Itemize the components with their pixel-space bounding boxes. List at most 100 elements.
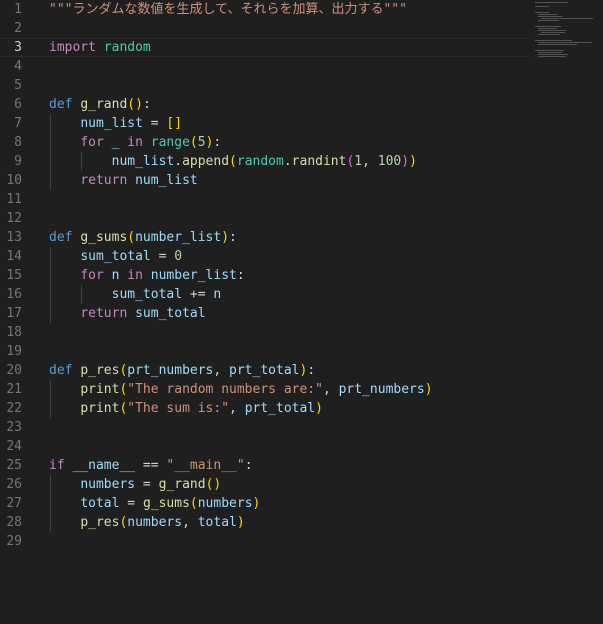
code-token: sum_total: [111, 287, 183, 302]
code-token: ,: [182, 515, 198, 530]
code-line[interactable]: 25 if __name__ == "__main__":: [0, 456, 530, 475]
code-line[interactable]: 24: [0, 437, 530, 456]
code-line[interactable]: 6 def g_rand():: [0, 95, 530, 114]
code-line[interactable]: 19: [0, 342, 530, 361]
code-token: (: [189, 135, 198, 150]
code-token: in: [127, 135, 143, 150]
code-token: :: [142, 97, 151, 112]
code-line[interactable]: 1 """ランダムな数値を生成して、それらを加算、出力する""": [0, 0, 530, 19]
line-content: def g_rand():: [49, 95, 151, 114]
code-line[interactable]: 27 total = g_sums(numbers): [0, 494, 530, 513]
code-token: g_sums: [80, 230, 128, 245]
code-line[interactable]: 4: [0, 57, 530, 76]
code-token: def: [49, 230, 73, 245]
code-token: randint: [291, 154, 347, 169]
code-token: ,: [362, 154, 378, 169]
line-number: 23: [6, 420, 22, 435]
code-token: g_rand: [158, 477, 206, 492]
line-number: 26: [6, 477, 22, 492]
code-line[interactable]: 13 def g_sums(number_list):: [0, 228, 530, 247]
code-line[interactable]: 12: [0, 209, 530, 228]
minimap-line: [538, 34, 560, 35]
code-token: range: [150, 135, 190, 150]
code-token: def: [49, 363, 73, 378]
line-number: 15: [6, 268, 22, 283]
line-number: 24: [6, 439, 22, 454]
code-token: :: [307, 363, 316, 378]
line-number: 27: [6, 496, 22, 511]
code-line[interactable]: 15 for n in number_list:: [0, 266, 530, 285]
line-number: 22: [6, 401, 22, 416]
code-token: print: [80, 401, 120, 416]
line-content: return sum_total: [49, 304, 206, 323]
code-token: def: [49, 97, 73, 112]
minimap-line: [541, 32, 565, 33]
minimap-line: [535, 12, 549, 13]
line-number: 19: [6, 344, 22, 359]
line-number: 17: [6, 306, 22, 321]
code-line[interactable]: 22 print("The sum is:", prt_total): [0, 399, 530, 418]
line-content: import random: [49, 38, 151, 57]
code-token: ): [424, 382, 433, 397]
minimap-line: [541, 18, 593, 19]
code-token: ,: [213, 363, 230, 378]
code-line[interactable]: 16 sum_total += n: [0, 285, 530, 304]
line-number: 28: [6, 515, 22, 530]
vertical-scrollbar[interactable]: [597, 0, 603, 624]
code-line[interactable]: 28 p_res(numbers, total): [0, 513, 530, 532]
line-content: sum_total += n: [49, 285, 222, 304]
line-content: for n in number_list:: [49, 266, 244, 285]
line-content: if __name__ == "__main__":: [49, 456, 253, 475]
line-number: 13: [6, 230, 22, 245]
code-token: numbers: [80, 477, 136, 492]
line-content: print("The sum is:", prt_total): [49, 399, 323, 418]
code-token: =: [150, 249, 175, 264]
code-token: ): [409, 154, 417, 169]
code-editor[interactable]: 1 """ランダムな数値を生成して、それらを加算、出力する""" 2 3 import …: [0, 0, 603, 624]
line-content: return num_list: [49, 171, 197, 190]
code-line[interactable]: 29: [0, 532, 530, 551]
code-line[interactable]: 11: [0, 190, 530, 209]
code-line[interactable]: 20 def p_res(prt_numbers, prt_total):: [0, 361, 530, 380]
code-line[interactable]: 8 for _ in range(5):: [0, 133, 530, 152]
code-line[interactable]: 14 sum_total = 0: [0, 247, 530, 266]
code-line[interactable]: 23: [0, 418, 530, 437]
code-line[interactable]: 2: [0, 19, 530, 38]
code-line[interactable]: 10 return num_list: [0, 171, 530, 190]
line-number: 29: [6, 534, 22, 549]
code-token: +=: [182, 287, 214, 302]
code-token: (: [127, 230, 136, 245]
code-token: p_res: [80, 515, 120, 530]
code-token: "__main__": [166, 458, 245, 473]
code-area[interactable]: 1 """ランダムな数値を生成して、それらを加算、出力する""" 2 3 import …: [0, 0, 530, 551]
code-line[interactable]: 9 num_list.append(random.randint(1, 100)…: [0, 152, 530, 171]
minimap[interactable]: [535, 0, 597, 624]
minimap-line: [535, 2, 568, 3]
code-line[interactable]: 7 num_list = []: [0, 114, 530, 133]
code-token: number_list: [135, 230, 222, 245]
code-line[interactable]: 17 return sum_total: [0, 304, 530, 323]
code-token: append: [182, 154, 230, 169]
code-token: sum_total: [135, 306, 206, 321]
code-line[interactable]: 21 print("The random numbers are:", prt_…: [0, 380, 530, 399]
code-token: ): [252, 496, 261, 511]
minimap-line: [538, 20, 559, 21]
code-token: if: [49, 458, 65, 473]
code-token: in: [127, 268, 143, 283]
code-line[interactable]: 5: [0, 76, 530, 95]
line-content: """ランダムな数値を生成して、それらを加算、出力する""": [49, 0, 407, 19]
line-content: def p_res(prt_numbers, prt_total):: [49, 361, 315, 380]
code-token: random: [103, 40, 151, 55]
minimap-line: [538, 30, 566, 31]
code-token: ==: [135, 458, 167, 473]
code-token: n: [213, 287, 222, 302]
code-line[interactable]: 3 import random: [0, 38, 530, 57]
code-line[interactable]: 26 numbers = g_rand(): [0, 475, 530, 494]
line-content: total = g_sums(numbers): [49, 494, 260, 513]
code-token: ): [315, 401, 323, 416]
code-line[interactable]: 18: [0, 323, 530, 342]
code-token: (): [205, 477, 222, 492]
minimap-line: [538, 42, 592, 43]
